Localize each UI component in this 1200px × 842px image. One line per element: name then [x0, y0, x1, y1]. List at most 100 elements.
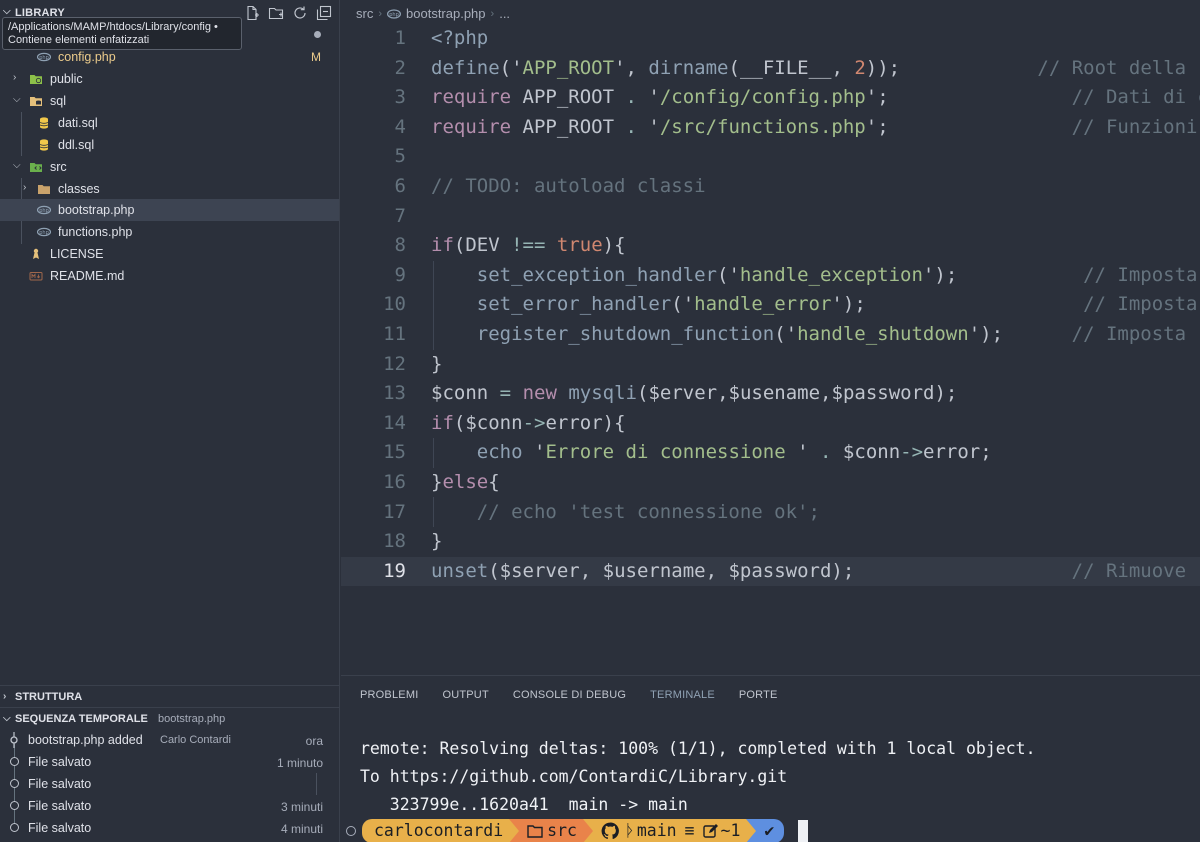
- new-folder-icon[interactable]: [268, 5, 284, 21]
- php-file-icon: php: [37, 205, 51, 215]
- outline-title: STRUTTURA: [15, 691, 83, 703]
- timeline-item-time: 1 minuto: [276, 756, 323, 770]
- code-text: // TODO: autoload classi: [431, 175, 706, 197]
- tab-debug-console[interactable]: CONSOLE DI DEBUG: [501, 676, 638, 714]
- chevron-right-icon: ›: [490, 7, 495, 20]
- path-tooltip: /Applications/MAMP/htdocs/Library/config…: [2, 17, 242, 50]
- circle-icon: [10, 779, 19, 788]
- timeline-item-time: ora: [305, 734, 323, 748]
- collapse-all-icon[interactable]: [316, 5, 332, 21]
- folder-icon: [38, 185, 50, 194]
- git-commit-icon: [10, 732, 18, 748]
- tree-item-label: LICENSE: [50, 247, 104, 261]
- checkmark-icon: ✔: [764, 821, 775, 840]
- chevron-down-icon: ⌵: [13, 94, 21, 105]
- line-number: 5: [394, 145, 406, 168]
- prompt-branch-status: ≡: [684, 821, 695, 840]
- timeline-item[interactable]: File salvato: [0, 773, 339, 795]
- bottom-panel: PROBLEMI OUTPUT CONSOLE DI DEBUG TERMINA…: [341, 675, 1200, 842]
- breadcrumb-folder[interactable]: src: [356, 6, 373, 21]
- tree-item-label: src: [50, 160, 67, 174]
- breadcrumb-more[interactable]: ...: [499, 6, 510, 21]
- tab-terminal[interactable]: TERMINALE: [638, 676, 727, 714]
- code-line[interactable]: 16}else{: [341, 468, 1200, 498]
- tab-ports[interactable]: PORTE: [727, 676, 790, 714]
- tree-item-label: ddl.sql: [58, 138, 95, 152]
- terminal-line: To https://github.com/ContardiC/Library.…: [360, 767, 788, 786]
- timeline-title: SEQUENZA TEMPORALE: [15, 713, 148, 725]
- chevron-right-icon: ›: [13, 72, 17, 83]
- breadcrumb-file[interactable]: bootstrap.php: [406, 6, 486, 21]
- tree-item-public[interactable]: › public: [0, 68, 339, 90]
- chevron-down-icon[interactable]: ⌵: [3, 6, 11, 17]
- timeline-panel-header[interactable]: ⌵ SEQUENZA TEMPORALE bootstrap.php: [0, 707, 339, 729]
- code-text: <?php: [431, 27, 489, 49]
- code-line[interactable]: 14 if($conn->error){: [341, 409, 1200, 439]
- code-line[interactable]: 9 set_exception_handler('handle_exceptio…: [341, 261, 1200, 291]
- code-text: set_error_handler('handle_error'); // Im…: [476, 293, 1198, 316]
- tree-item-license[interactable]: LICENSE: [0, 243, 339, 265]
- code-line[interactable]: 11 register_shutdown_function('handle_sh…: [341, 320, 1200, 350]
- code-line[interactable]: 15 echo 'Errore di connessione ' . $conn…: [341, 438, 1200, 468]
- code-line[interactable]: 6 // TODO: autoload classi: [341, 172, 1200, 202]
- code-text: require APP_ROOT . '/src/functions.php';…: [431, 115, 1198, 138]
- code-text: register_shutdown_function('handle_shutd…: [476, 323, 1187, 345]
- code-line[interactable]: 4 require APP_ROOT . '/src/functions.php'…: [341, 113, 1200, 143]
- code-line[interactable]: 1 <?php: [341, 24, 1200, 54]
- chevron-right-icon: ›: [3, 691, 7, 702]
- chevron-down-icon: ⌵: [3, 713, 11, 724]
- tree-item-sql[interactable]: ⌵ sql: [0, 90, 339, 112]
- svg-text:php: php: [39, 208, 49, 214]
- folder-sql-icon: [30, 97, 42, 106]
- code-line[interactable]: 13 $conn = new mysqli($erver,$usename,$pa…: [341, 379, 1200, 409]
- code-line[interactable]: 8 if(DEV !== true){: [341, 231, 1200, 261]
- tree-item-readme[interactable]: README.md: [0, 265, 339, 287]
- line-number: 12: [383, 352, 406, 375]
- github-icon: [601, 822, 619, 839]
- code-line[interactable]: 2 define('APP_ROOT', dirname(__FILE__, 2)…: [341, 54, 1200, 84]
- tree-item-functions-php[interactable]: php functions.php: [0, 221, 339, 243]
- line-number: 9: [394, 263, 406, 286]
- chevron-right-icon: ›: [23, 182, 27, 193]
- tree-item-classes[interactable]: › classes: [0, 178, 339, 200]
- timeline-item[interactable]: bootstrap.php added Carlo Contardi ora: [0, 729, 339, 751]
- code-text: if($conn->error){: [431, 411, 626, 434]
- tree-item-dati-sql[interactable]: dati.sql: [0, 112, 339, 134]
- markdown-icon: [29, 272, 43, 281]
- code-line[interactable]: 5: [341, 142, 1200, 172]
- folder-public-icon: [30, 75, 42, 84]
- code-line[interactable]: 18}: [341, 527, 1200, 557]
- code-editor[interactable]: src › php bootstrap.php › ... 1 <?php 2 de…: [341, 0, 1200, 675]
- timeline-item-time: 3 minuti: [280, 800, 323, 814]
- tree-item-src[interactable]: ⌵ src: [0, 156, 339, 178]
- terminal-prompt[interactable]: carlocontardi src ᚦ main ≡ ~1 ✔: [346, 818, 809, 842]
- prompt-dir: src: [547, 821, 577, 840]
- outline-panel-header[interactable]: › STRUTTURA: [0, 685, 339, 707]
- refresh-icon[interactable]: [292, 5, 308, 21]
- prompt-git-segment: ᚦ main ≡ ~1: [592, 818, 747, 842]
- code-line[interactable]: 12}: [341, 350, 1200, 380]
- timeline-item[interactable]: File salvato 3 minuti: [0, 795, 339, 817]
- new-file-icon[interactable]: [244, 5, 260, 21]
- tab-problems[interactable]: PROBLEMI: [341, 676, 430, 714]
- php-file-icon: php: [387, 8, 402, 19]
- code-line[interactable]: 17 // echo 'test connessione ok';: [341, 498, 1200, 528]
- line-number: 6: [394, 175, 406, 197]
- terminal-line: 323799e..1620a41 main -> main: [360, 795, 688, 814]
- prompt-user: carlocontardi: [374, 821, 504, 840]
- svg-text:php: php: [389, 12, 399, 18]
- panel-tabs: PROBLEMI OUTPUT CONSOLE DI DEBUG TERMINA…: [341, 676, 790, 714]
- prompt-separator: [509, 818, 520, 842]
- code-text: define('APP_ROOT', dirname(__FILE__, 2))…: [431, 56, 1187, 79]
- tree-item-ddl-sql[interactable]: ddl.sql: [0, 134, 339, 156]
- tab-output[interactable]: OUTPUT: [430, 676, 500, 714]
- timeline-item[interactable]: File salvato 4 minuti: [0, 817, 339, 839]
- code-line-current[interactable]: 19 unset($server, $username, $password); …: [341, 556, 1200, 587]
- code-line[interactable]: 7: [341, 202, 1200, 232]
- timeline-item[interactable]: File salvato 1 minuto: [0, 751, 339, 773]
- code-line[interactable]: 10 set_error_handler('handle_error'); //…: [341, 290, 1200, 320]
- timeline-file: bootstrap.php: [158, 713, 226, 725]
- tree-item-bootstrap-php[interactable]: php bootstrap.php: [0, 199, 339, 221]
- code-line[interactable]: 3 require APP_ROOT . '/config/config.php'…: [341, 83, 1200, 113]
- code-text: }: [431, 530, 443, 553]
